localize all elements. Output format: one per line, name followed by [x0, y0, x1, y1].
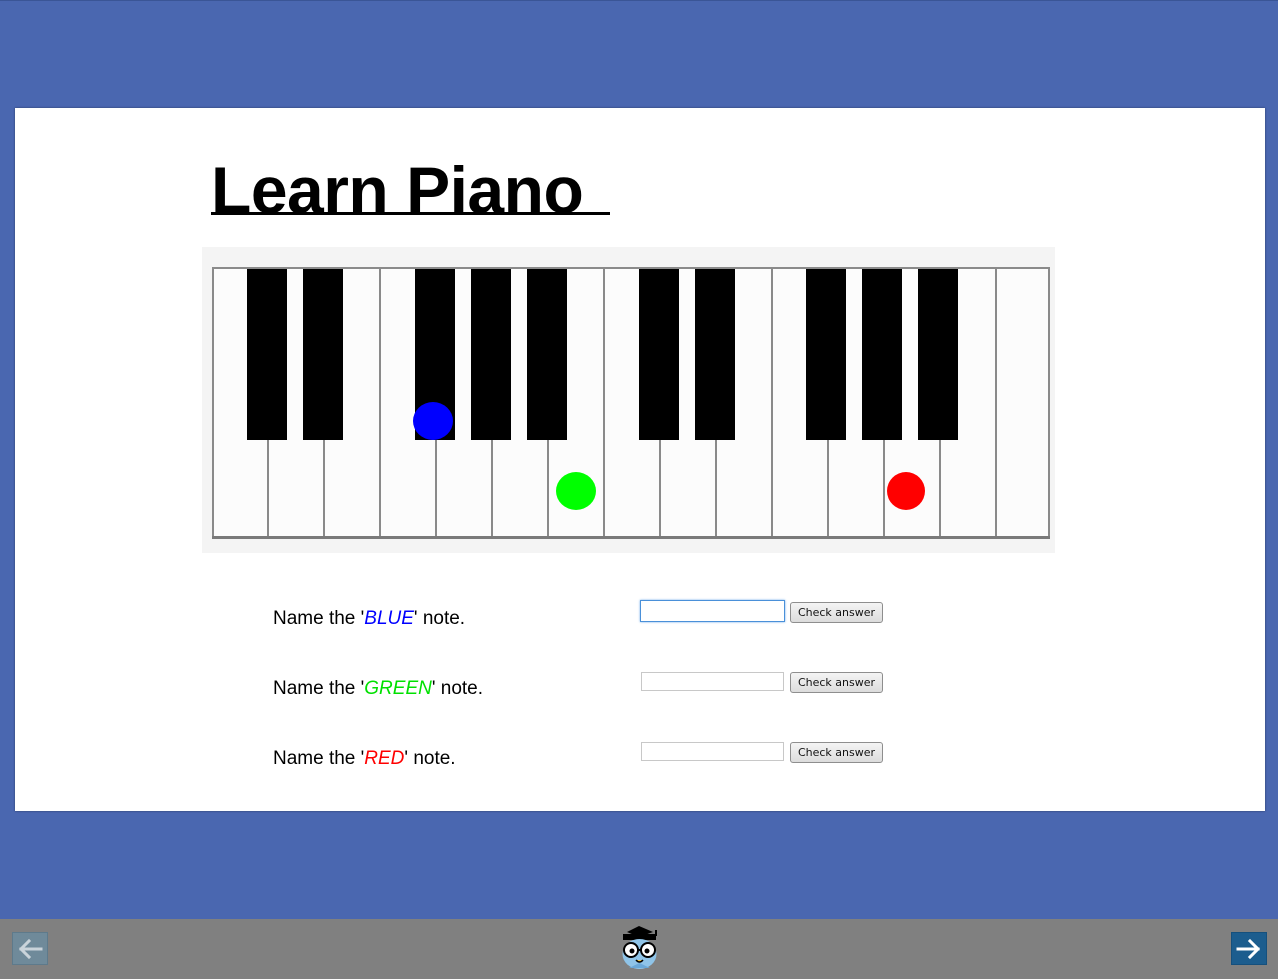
black-key: [918, 269, 958, 440]
piano-keyboard: [212, 267, 1050, 539]
arrow-right-icon: [1236, 938, 1261, 959]
red-answer-input[interactable]: [641, 742, 784, 761]
question-prefix: Name the ': [273, 748, 365, 769]
black-key: [695, 269, 735, 440]
black-key: [247, 269, 287, 440]
note-name-red: RED: [364, 748, 405, 769]
question-blue: Name the 'BLUE' note.: [273, 608, 465, 630]
black-key: [527, 269, 567, 440]
question-prefix: Name the ': [273, 608, 365, 629]
next-page-button[interactable]: [1231, 932, 1267, 965]
black-key: [639, 269, 679, 440]
lesson-slide: Learn Piano Name the 'BLUE' note. Check …: [15, 108, 1265, 811]
arrow-left-icon: [18, 938, 43, 959]
question-green: Name the 'GREEN' note.: [273, 678, 483, 700]
blue-note-marker: [413, 402, 453, 440]
note-name-blue: BLUE: [364, 608, 414, 629]
white-key: [995, 269, 1050, 536]
bottom-navigation-bar: [0, 919, 1278, 979]
question-suffix: ' note.: [404, 748, 456, 769]
question-red: Name the 'RED' note.: [273, 748, 456, 770]
question-prefix: Name the ': [273, 678, 365, 699]
window-top-edge: [0, 0, 1278, 1]
question-suffix: ' note.: [413, 608, 466, 629]
black-key: [303, 269, 343, 440]
question-suffix: ' note.: [431, 678, 484, 699]
green-answer-input[interactable]: [641, 672, 784, 691]
check-answer-button-blue[interactable]: Check answer: [790, 602, 883, 623]
black-key: [862, 269, 902, 440]
owl-graduate-icon: [622, 926, 657, 969]
check-answer-button-green[interactable]: Check answer: [790, 672, 883, 693]
page-title: Learn Piano: [211, 153, 584, 227]
blue-answer-input[interactable]: [640, 600, 785, 622]
note-name-green: GREEN: [364, 678, 432, 699]
previous-page-button[interactable]: [12, 932, 48, 965]
black-key: [806, 269, 846, 440]
black-key: [471, 269, 511, 440]
green-note-marker: [556, 472, 596, 510]
check-answer-button-red[interactable]: Check answer: [790, 742, 883, 763]
red-note-marker: [887, 472, 925, 510]
title-underline: [211, 212, 610, 215]
